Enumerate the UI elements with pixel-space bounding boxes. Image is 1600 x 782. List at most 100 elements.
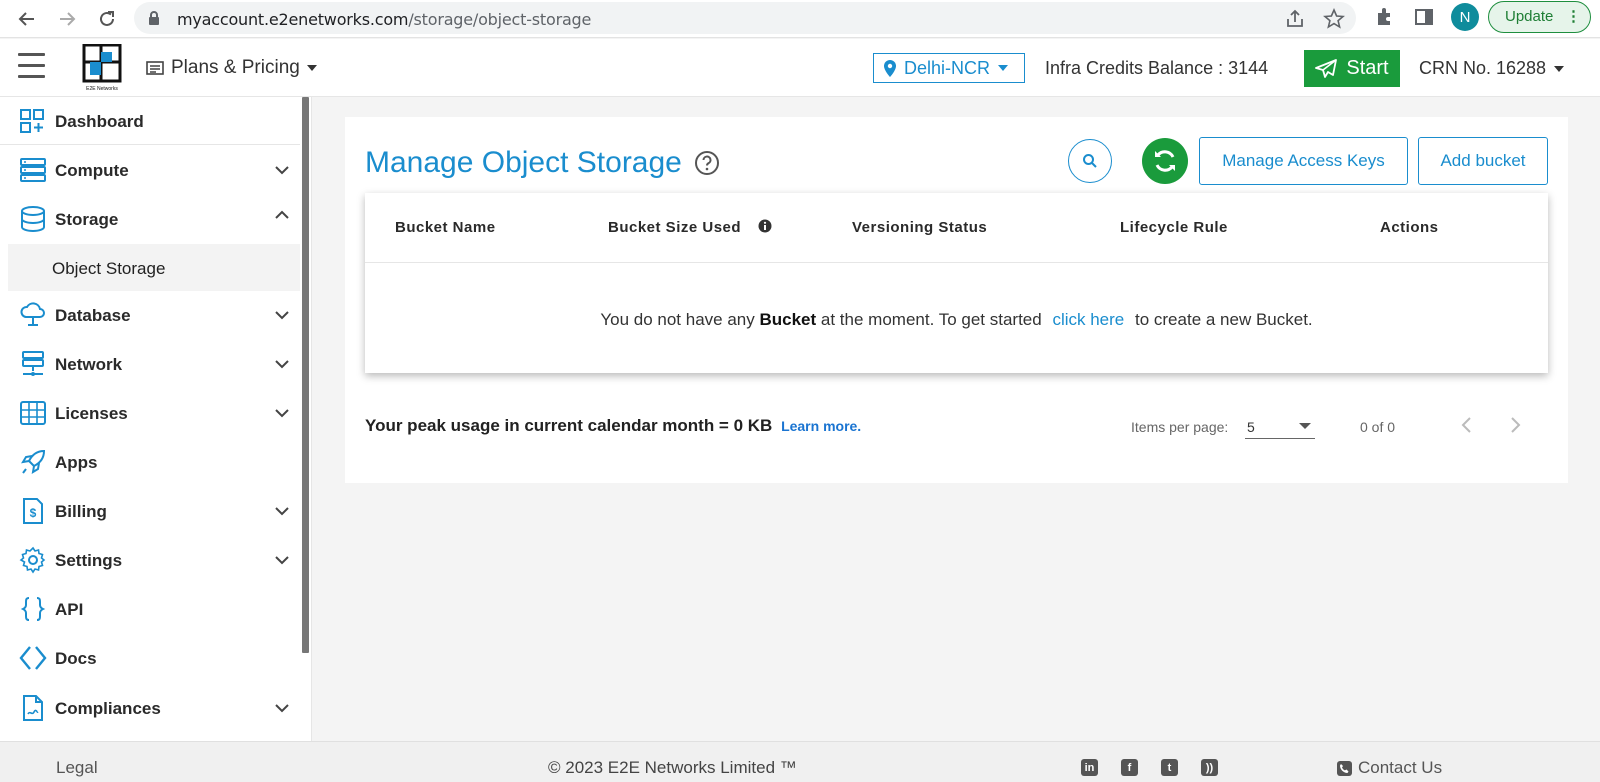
column-header-bucket-size[interactable]: Bucket Size Used [608,219,772,236]
sidebar-item-database[interactable]: Database [0,292,300,338]
braces-icon [20,597,46,621]
linkedin-icon[interactable]: in [1081,759,1098,776]
search-button[interactable] [1068,139,1112,183]
caret-down-icon [306,65,317,71]
lock-icon [149,11,159,25]
back-button[interactable] [12,4,42,34]
add-bucket-button[interactable]: Add bucket [1418,137,1548,185]
rss-icon[interactable]: )) [1201,759,1218,776]
empty-text-mid: at the moment. To get started [820,310,1042,329]
chevron-down-icon [275,556,289,565]
sidebar-divider [0,144,300,145]
hamburger-menu-icon[interactable] [18,53,45,78]
refresh-icon [1155,150,1175,172]
sidebar-item-apps[interactable]: Apps [0,439,300,485]
plans-pricing-menu[interactable]: Plans & Pricing [146,57,317,79]
browser-update-button[interactable]: Update ⋮ [1488,1,1591,33]
sidebar-item-docs[interactable]: Docs [0,635,300,681]
side-panel-icon[interactable] [1413,6,1435,28]
sidebar-item-compliances[interactable]: Compliances [0,685,300,731]
caret-down-icon [998,65,1009,71]
items-per-page-select[interactable]: 5 [1245,411,1315,439]
sidebar-item-label: Apps [55,453,98,472]
document-icon [23,695,43,721]
region-label: Delhi-NCR [904,57,991,78]
chevron-down-icon [275,166,289,175]
star-icon[interactable] [1323,8,1345,30]
facebook-icon[interactable]: f [1121,759,1138,776]
sidebar-item-api[interactable]: API [0,586,300,632]
svg-text:E2E Networks: E2E Networks [86,86,118,92]
object-storage-card: Manage Object Storage Manage Access Keys… [345,117,1568,483]
sidebar-subitem-label: Object Storage [52,259,166,278]
crn-account-menu[interactable]: CRN No. 16288 [1419,58,1565,79]
sidebar-item-label: Storage [55,210,119,229]
sidebar-item-licenses[interactable]: Licenses [0,390,300,436]
sidebar-item-label: Licenses [55,404,128,423]
column-header-lifecycle-rule[interactable]: Lifecycle Rule [1120,219,1228,236]
start-label: Start [1346,57,1389,79]
info-icon[interactable] [758,219,772,233]
sidebar-item-network[interactable]: Network [0,341,300,387]
column-header-actions: Actions [1380,219,1439,236]
region-select[interactable]: Delhi-NCR [873,53,1025,83]
sidebar-item-dashboard[interactable]: Dashboard [0,98,300,144]
crn-label: CRN No. 16288 [1419,58,1547,78]
gear-icon [19,546,46,574]
profile-avatar[interactable]: N [1451,3,1479,31]
sidebar-subitem-object-storage[interactable]: Object Storage [8,244,300,291]
infra-credits-balance: Infra Credits Balance : 3144 [1045,58,1269,78]
empty-text-post: to create a new Bucket. [1135,310,1313,329]
chevron-down-icon [275,360,289,369]
start-button[interactable]: Start [1304,50,1400,87]
share-icon[interactable] [1284,8,1306,30]
items-per-page-label: Items per page: [1131,419,1229,435]
address-url: myaccount.e2enetworks.com/storage/object… [177,10,592,29]
forward-button[interactable] [52,4,82,34]
reload-button[interactable] [92,4,122,34]
sidebar-item-label: Settings [55,551,123,570]
arrow-left-icon [18,12,34,26]
refresh-button[interactable] [1142,138,1188,184]
next-page-chevron-icon[interactable] [1503,413,1527,437]
sidebar-item-label: Database [55,306,131,325]
extensions-icon[interactable] [1374,6,1396,28]
column-header-versioning-status[interactable]: Versioning Status [852,219,987,236]
sidebar-item-storage[interactable]: Storage [0,196,300,242]
chevron-down-icon [275,507,289,516]
contact-us-link[interactable]: Contact Us [1337,758,1442,778]
peak-usage-text: Your peak usage in current calendar mont… [365,416,861,436]
legal-link[interactable]: Legal [56,758,98,778]
learn-more-link[interactable]: Learn more. [781,418,861,434]
cloud-db-icon [20,302,45,326]
e2e-logo[interactable]: E2E Networks [82,43,122,92]
help-icon[interactable] [694,150,720,176]
previous-page-chevron-icon[interactable] [1455,413,1479,437]
caret-down-icon [1554,65,1565,72]
twitter-icon[interactable]: t [1161,759,1178,776]
page-title-text: Manage Object Storage [365,146,682,179]
column-header-bucket-name[interactable]: Bucket Name [395,219,496,236]
create-bucket-link[interactable]: click here [1052,310,1124,329]
browser-toolbar: myaccount.e2enetworks.com/storage/object… [0,0,1600,38]
sidebar-item-label: Docs [55,649,97,668]
items-per-page-value: 5 [1247,419,1255,435]
arrow-right-icon [60,12,76,26]
sidebar: Dashboard Compute Storage Object Storage… [0,97,300,741]
code-icon [19,646,47,670]
list-icon [146,61,164,75]
dropdown-arrow-icon [1299,423,1311,429]
sidebar-item-settings[interactable]: Settings [0,537,300,583]
manage-access-keys-button[interactable]: Manage Access Keys [1199,137,1408,185]
address-bar[interactable]: myaccount.e2enetworks.com/storage/object… [134,2,1356,34]
contact-us-label: Contact Us [1358,758,1443,777]
sidebar-item-billing[interactable]: $ Billing [0,488,300,534]
svg-text:$: $ [30,506,37,520]
empty-text-bold: Bucket [759,310,817,329]
empty-state-message: You do not have any Bucket at the moment… [365,310,1548,330]
sidebar-scrollbar-thumb[interactable] [302,97,309,653]
update-label: Update [1505,8,1554,25]
sidebar-scrollbar[interactable] [300,97,312,741]
sidebar-item-compute[interactable]: Compute [0,147,300,193]
plans-pricing-label: Plans & Pricing [171,57,300,78]
